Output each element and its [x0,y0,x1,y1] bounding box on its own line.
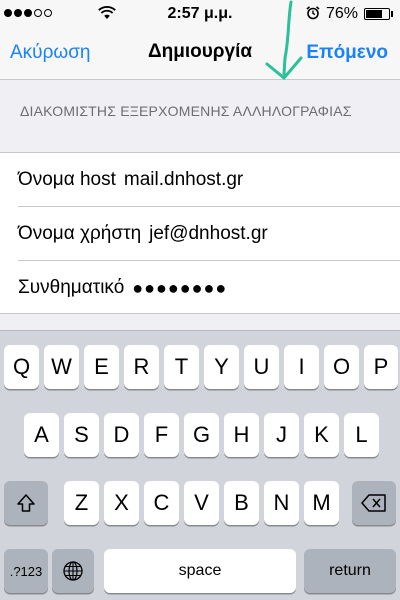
host-name-field[interactable]: mail.dnhost.gr [124,169,243,191]
navigation-bar: Ακύρωση Δημιουργία Επόμενο [0,28,400,80]
host-name-row[interactable]: Όνομα host mail.dnhost.gr [18,153,400,207]
key-o[interactable]: O [324,345,359,389]
key-j[interactable]: J [264,413,299,457]
host-name-label: Όνομα host [18,168,116,190]
key-v[interactable]: V [184,481,219,525]
backspace-icon [361,494,386,512]
battery-icon [364,8,390,20]
key-k[interactable]: K [304,413,339,457]
key-f[interactable]: F [144,413,179,457]
key-u[interactable]: U [244,345,279,389]
space-key[interactable]: space [104,549,296,593]
return-key[interactable]: return [304,549,396,593]
globe-key[interactable] [52,549,94,593]
status-bar: 2:57 μ.μ. 76% [0,0,400,28]
key-w[interactable]: W [44,345,79,389]
globe-icon [63,561,83,581]
key-m[interactable]: M [304,481,339,525]
delete-key[interactable] [352,481,396,525]
battery-fill [366,10,382,18]
key-s[interactable]: S [64,413,99,457]
annotation-arrow-icon [265,0,303,80]
key-c[interactable]: C [144,481,179,525]
key-i[interactable]: I [284,345,319,389]
key-d[interactable]: D [104,413,139,457]
key-p[interactable]: P [364,345,398,389]
key-h[interactable]: H [224,413,259,457]
username-label: Όνομα χρήστη [18,222,142,244]
password-label: Συνθηματικό [18,277,125,298]
key-t[interactable]: T [164,345,199,389]
next-button[interactable]: Επόμενο [306,42,388,64]
key-x[interactable]: X [104,481,139,525]
shift-key[interactable] [4,481,48,525]
key-z[interactable]: Z [64,481,99,525]
battery-nub [391,11,393,17]
key-l[interactable]: L [344,413,379,457]
password-field[interactable]: ●●●●●●●● [132,278,227,299]
key-g[interactable]: G [184,413,219,457]
section-header-outgoing-server: ΔΙΑΚΟΜΙΣΤΗΣ ΕΞΕΡΧΟΜΕΝΗΣ ΑΛΛΗΛΟΓΡΑΦΙΑΣ [20,103,352,119]
key-e[interactable]: E [84,345,119,389]
username-field[interactable]: jef@dnhost.gr [149,223,268,245]
password-row[interactable]: Συνθηματικό ●●●●●●●● [18,261,400,315]
username-row[interactable]: Όνομα χρήστη jef@dnhost.gr [18,207,400,261]
battery-percent: 76% [326,5,359,22]
key-y[interactable]: Y [204,345,239,389]
outgoing-server-form: Όνομα host mail.dnhost.gr Όνομα χρήστη j… [0,152,400,314]
key-r[interactable]: R [124,345,159,389]
key-q[interactable]: Q [4,345,39,389]
onscreen-keyboard: Q W E R T Y U I O P A S D F G H J K L Z … [0,330,400,600]
key-b[interactable]: B [224,481,259,525]
numbers-key[interactable]: .?123 [4,549,48,593]
key-n[interactable]: N [264,481,299,525]
key-a[interactable]: A [24,413,59,457]
shift-icon [17,494,35,512]
